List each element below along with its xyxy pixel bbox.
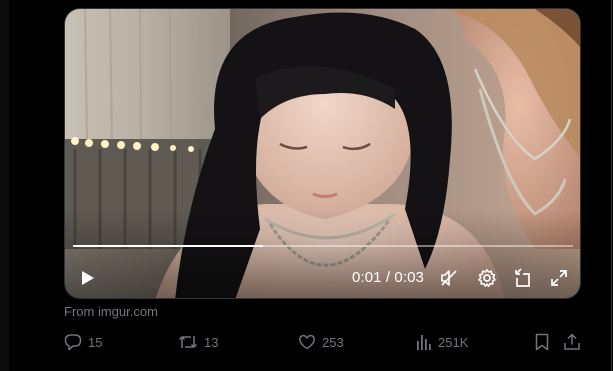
repost-count: 13 bbox=[204, 334, 219, 350]
dock-button[interactable] bbox=[509, 265, 535, 291]
progress-bar[interactable] bbox=[73, 245, 573, 247]
heart-icon bbox=[299, 334, 315, 350]
play-icon bbox=[82, 271, 94, 285]
mute-button[interactable] bbox=[436, 265, 462, 291]
bookmark-icon bbox=[535, 333, 549, 351]
reply-icon bbox=[64, 334, 82, 351]
tweet-media-page: 0:01 / 0:03 From imgur.com 15 13 253 251… bbox=[0, 0, 613, 371]
play-button[interactable] bbox=[74, 265, 100, 291]
views-button[interactable]: 251K bbox=[416, 330, 468, 354]
settings-button[interactable] bbox=[474, 265, 500, 291]
fullscreen-icon bbox=[551, 270, 567, 286]
like-button[interactable]: 253 bbox=[298, 330, 344, 354]
volume-muted-icon bbox=[441, 270, 457, 286]
share-button[interactable] bbox=[563, 330, 581, 354]
video-controls: 0:01 / 0:03 bbox=[65, 265, 580, 291]
progress-fill bbox=[73, 245, 263, 247]
views-count: 251K bbox=[438, 334, 469, 350]
repost-button[interactable]: 13 bbox=[178, 330, 218, 354]
gear-icon bbox=[478, 269, 496, 287]
picture-in-picture-icon bbox=[515, 268, 530, 287]
reply-count: 15 bbox=[88, 334, 103, 350]
analytics-icon bbox=[417, 335, 431, 350]
share-icon bbox=[564, 333, 580, 350]
repost-icon bbox=[178, 336, 198, 348]
video-frame[interactable] bbox=[65, 9, 581, 299]
column-divider bbox=[611, 0, 612, 371]
fullscreen-button[interactable] bbox=[546, 265, 572, 291]
video-player[interactable]: 0:01 / 0:03 bbox=[64, 8, 581, 299]
left-gutter bbox=[0, 0, 9, 371]
tweet-action-bar: 15 13 253 251K bbox=[0, 330, 613, 354]
bookmark-button[interactable] bbox=[534, 330, 550, 354]
like-count: 253 bbox=[322, 334, 344, 350]
video-time: 0:01 / 0:03 bbox=[352, 269, 424, 286]
media-source-label[interactable]: From imgur.com bbox=[64, 304, 158, 319]
reply-button[interactable]: 15 bbox=[64, 330, 102, 354]
